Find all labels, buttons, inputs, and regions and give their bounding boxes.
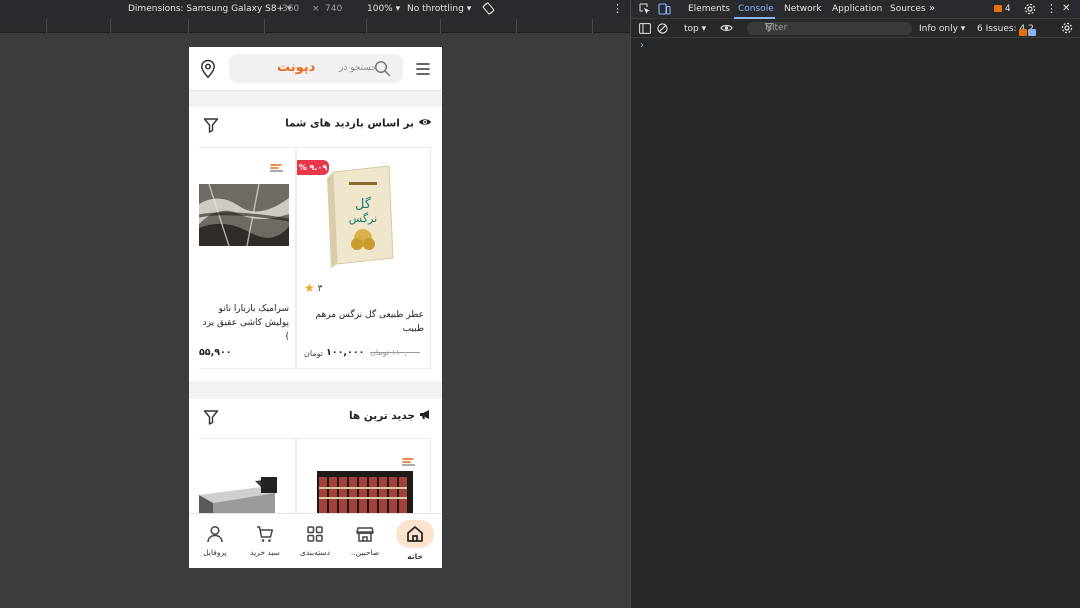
device-ruler [0,19,630,33]
nav-cart[interactable]: سبد خرید [240,514,290,568]
location-pin-icon[interactable] [200,59,216,79]
throttling-select[interactable]: No throttling ▾ [407,4,471,14]
more-tabs-icon[interactable]: » [929,3,935,14]
app-header: جستجو در دپونت [189,47,442,91]
console-settings-icon[interactable] [1061,22,1073,37]
nav-categories[interactable]: دسته‌بندی [290,514,340,568]
nav-sellers[interactable]: صاحبین.. [340,514,390,568]
nav-profile[interactable]: پروفایل [190,514,240,568]
filter-icon[interactable] [203,117,219,133]
nav-home[interactable]: خانه [390,514,440,568]
user-icon [205,524,225,544]
svg-text:نرگس: نرگس [349,212,377,225]
price-unit: تومان [304,349,323,358]
product-card[interactable] [296,438,431,519]
tab-elements[interactable]: Elements [688,4,730,14]
issues-link[interactable]: 6 Issues: 4 2 [977,24,1037,36]
brand-logo: دپونت [277,60,316,75]
hamburger-menu-icon[interactable] [413,59,433,79]
zoom-select[interactable]: 100% ▾ [367,4,400,14]
product-image [198,183,290,250]
grid-icon [305,524,325,544]
search-input[interactable]: جستجو در دپونت [229,54,403,83]
device-toolbar: Dimensions: Samsung Galaxy S8+ ▾ 360 × 7… [0,0,630,19]
discount-badge: % ۹.۰۹ [297,160,329,175]
store-icon [355,524,375,544]
product-price: ۵۵,۹۰۰ [199,347,232,358]
tab-sources[interactable]: Sources [890,4,926,14]
product-price: ۱۰۰,۰۰۰ [326,347,365,358]
warning-icon [1019,29,1028,36]
home-icon [405,524,425,544]
tab-network[interactable]: Network [784,4,822,14]
tab-console[interactable]: Console [738,4,774,14]
filter-icon[interactable] [203,409,219,425]
cart-icon [255,524,275,544]
tab-application[interactable]: Application [832,4,882,14]
phone-viewport: جستجو در دپونت بر اساس بازدید های شما % … [189,47,442,568]
device-dimensions-select[interactable]: Dimensions: Samsung Galaxy S8+ ▾ [128,4,291,14]
section-title: جدید ترین ها [349,409,432,423]
close-icon[interactable]: ✕ [1062,3,1070,14]
product-card[interactable]: سرامیک باربارا نانو پولیش کاشی عقیق یزد … [198,147,296,369]
more-options-icon[interactable]: ⋮ [1046,2,1057,15]
inspect-icon[interactable] [639,3,651,18]
device-width-input[interactable]: 360 [282,4,299,14]
svg-text:گل: گل [355,196,372,212]
console-filter-input[interactable]: Filter [747,22,912,35]
console-toolbar: top ▾ Filter Info only ▾ 6 Issues: 4 2 [631,19,1080,38]
devtools-panel: Elements Console Network Application Sou… [630,0,1080,608]
dimension-separator: × [312,4,320,14]
product-rating: ★ ۳ [304,281,323,295]
section-title: بر اساس بازدید های شما [285,117,432,130]
more-options-icon[interactable]: ⋮ [612,2,623,15]
search-placeholder: جستجو در [339,63,377,73]
sidebar-toggle-icon[interactable] [639,23,651,37]
product-image: گل نرگس [327,164,397,272]
settings-icon[interactable] [1024,3,1036,18]
megaphone-icon [419,409,432,423]
device-toggle-icon[interactable] [658,3,671,18]
issues-counter[interactable]: 4 [994,4,1011,14]
clear-console-icon[interactable] [657,23,668,37]
info-icon [1028,29,1037,36]
seller-logo-icon [401,452,417,466]
star-icon: ★ [304,281,315,295]
live-expression-eye-icon[interactable] [720,23,733,36]
device-height-input[interactable]: 740 [325,4,342,14]
devtools-tabbar: Elements Console Network Application Sou… [631,0,1080,19]
product-card[interactable] [199,438,296,519]
log-level-select[interactable]: Info only ▾ [919,24,965,34]
console-prompt[interactable]: › [640,40,644,51]
product-title: سرامیک باربارا نانو پولیش کاشی عقیق یزد … [202,304,289,342]
product-card[interactable]: % ۹.۰۹ گل نرگس ★ ۳ عطر طبیعی گل نرگس مره… [296,147,431,369]
context-select[interactable]: top ▾ [684,24,706,34]
product-title: عطر طبیعی گل نرگس مرهم طبیب [315,310,424,334]
bottom-nav: خانه صاحبین.. دسته‌بندی سبد خرید پروفایل [189,513,442,568]
eye-icon [418,117,432,130]
section-recently-viewed: بر اساس بازدید های شما % ۹.۰۹ گل نرگس ★ … [189,107,442,381]
seller-logo-icon [269,158,285,172]
rotate-icon[interactable] [482,2,495,18]
old-price: ۱۱۰,۰۰۰ تومان [370,348,420,357]
warning-icon [994,5,1002,12]
